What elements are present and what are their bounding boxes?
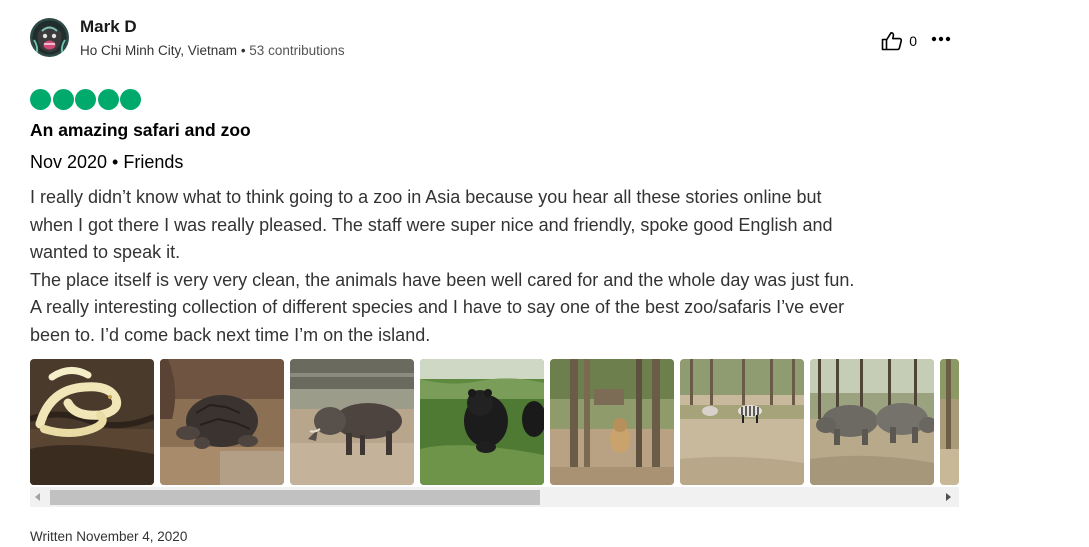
review-header: Mark D Ho Chi Minh City, Vietnam • 53 co… bbox=[30, 16, 960, 60]
zebra-photo[interactable] bbox=[680, 359, 804, 485]
scroll-right-arrow-icon[interactable] bbox=[946, 493, 951, 501]
rating-bubble bbox=[52, 89, 74, 110]
review-body: I really didn’t know what to think going… bbox=[30, 184, 980, 349]
warthog-photo[interactable] bbox=[290, 359, 414, 485]
review-body-line: The place itself is very very clean, the… bbox=[30, 269, 855, 290]
gallery-scrollbar[interactable] bbox=[30, 487, 959, 507]
photo-gallery bbox=[30, 359, 959, 485]
visit-info: Nov 2020 • Friends bbox=[30, 152, 184, 172]
user-meta: Ho Chi Minh City, Vietnam • 53 contribut… bbox=[80, 43, 345, 58]
user-name[interactable]: Mark D bbox=[80, 17, 137, 37]
rhino-photo[interactable] bbox=[810, 359, 934, 485]
user-location: Ho Chi Minh City, Vietnam bbox=[80, 43, 238, 58]
review-body-line: wanted to speak it. bbox=[30, 242, 181, 262]
more-options-button[interactable] bbox=[930, 29, 952, 49]
helpful-vote-button[interactable]: 0 bbox=[881, 31, 917, 51]
bear-photo[interactable] bbox=[420, 359, 544, 485]
thumbs-up-icon bbox=[881, 31, 903, 51]
user-contributions: 53 contributions bbox=[249, 43, 345, 58]
user-avatar[interactable] bbox=[30, 18, 69, 57]
rating-bubble bbox=[120, 89, 141, 110]
helpful-count: 0 bbox=[909, 33, 917, 49]
review-body-line: been to. I’d come back next time I’m on … bbox=[30, 324, 431, 345]
review-body-line: I really didn’t know what to think going… bbox=[30, 187, 822, 207]
rating-bubbles bbox=[30, 89, 141, 110]
gorilla-avatar-icon bbox=[30, 18, 69, 57]
meta-separator: • bbox=[237, 43, 250, 58]
scroll-left-arrow-icon[interactable] bbox=[35, 493, 40, 501]
lion-enclosure-photo[interactable] bbox=[550, 359, 674, 485]
review-title[interactable]: An amazing safari and zoo bbox=[30, 120, 251, 141]
rating-bubble bbox=[97, 89, 119, 110]
rating-bubble bbox=[75, 89, 96, 110]
scrollbar-thumb[interactable] bbox=[50, 490, 540, 505]
partial-photo[interactable] bbox=[940, 359, 959, 485]
review-body-line: A really interesting collection of diffe… bbox=[30, 297, 845, 317]
review-body-line: when I got there I was really pleased. T… bbox=[30, 214, 833, 235]
ellipsis-icon bbox=[931, 36, 951, 42]
albino-python-photo[interactable] bbox=[30, 359, 154, 485]
rating-bubble bbox=[30, 89, 51, 110]
tortoise-photo[interactable] bbox=[160, 359, 284, 485]
written-date: Written November 4, 2020 bbox=[30, 529, 188, 544]
